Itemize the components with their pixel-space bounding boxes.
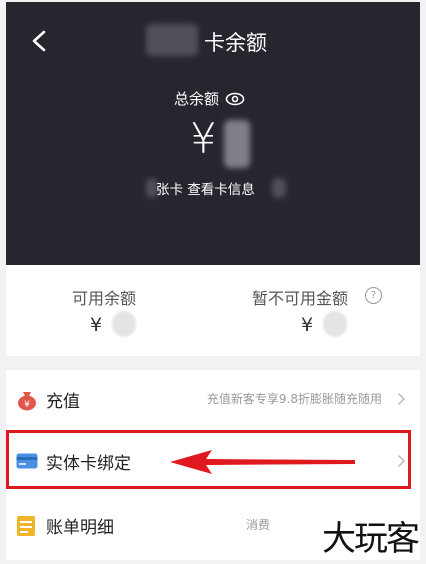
- money-bag-icon: ¥: [18, 392, 36, 411]
- chevron-left-icon: [32, 30, 46, 52]
- bill-icon: [17, 516, 35, 536]
- chevron-right-icon: [397, 392, 406, 406]
- list-item-recharge[interactable]: ¥ 充值 充值新客专享9.8折膨胀随充随用: [6, 370, 420, 428]
- total-balance-text: 总余额: [174, 90, 220, 108]
- unavailable-balance-currency: ¥: [301, 314, 314, 336]
- redacted-tail: [272, 178, 286, 198]
- available-balance-label: 可用余额: [72, 289, 137, 308]
- header: 卡余额 总余额 ¥ 张卡 查看卡信息: [6, 2, 420, 265]
- available-balance-currency: ¥: [90, 314, 103, 336]
- bill-details-hint: 消费: [245, 518, 270, 532]
- view-card-info-link[interactable]: 张卡 查看卡信息: [156, 178, 255, 198]
- redacted-available-amount: [112, 311, 136, 337]
- question-icon[interactable]: ?: [365, 287, 382, 304]
- eye-icon[interactable]: [225, 92, 245, 106]
- annotation-arrow: [170, 450, 355, 474]
- svg-text:¥: ¥: [24, 400, 30, 410]
- bill-details-label: 账单明细: [46, 518, 114, 538]
- page-title: 卡余额: [204, 31, 267, 55]
- recharge-promo: 充值新客专享9.8折膨胀随充随用: [206, 392, 382, 406]
- back-button[interactable]: [24, 26, 54, 56]
- recharge-label: 充值: [46, 392, 80, 412]
- redacted-amount: [224, 120, 250, 168]
- total-balance-label: 总余额: [174, 88, 245, 109]
- redacted-unavailable-amount: [323, 311, 347, 337]
- unavailable-balance-label: 暂不可用金额: [252, 289, 349, 308]
- total-balance-currency: ¥: [190, 114, 217, 163]
- redacted-card-name: [146, 24, 198, 56]
- question-mark-glyph: ?: [370, 290, 377, 301]
- balance-summary: 可用余额 ¥ 暂不可用金额 ? ¥: [6, 265, 420, 356]
- watermark: 大玩客: [322, 519, 420, 559]
